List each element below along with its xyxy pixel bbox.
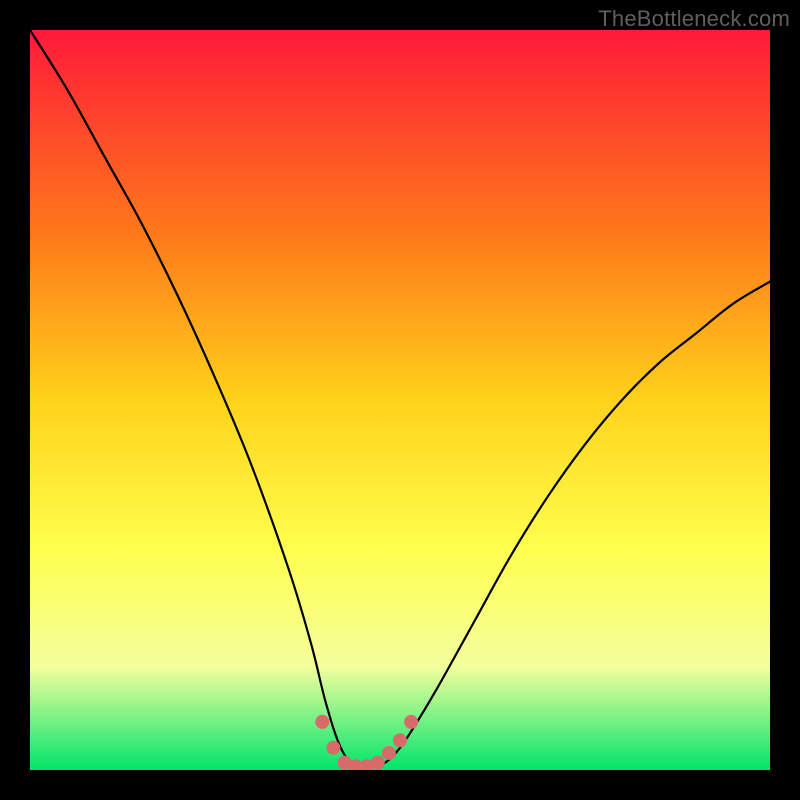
- valley-marker: [393, 733, 407, 747]
- valley-marker: [404, 715, 418, 729]
- bottleneck-chart: [30, 30, 770, 770]
- valley-marker: [326, 741, 340, 755]
- valley-marker: [382, 746, 396, 760]
- valley-marker: [371, 756, 385, 770]
- chart-stage: TheBottleneck.com: [0, 0, 800, 800]
- valley-marker: [315, 715, 329, 729]
- watermark-text: TheBottleneck.com: [598, 6, 790, 32]
- plot-background: [30, 30, 770, 770]
